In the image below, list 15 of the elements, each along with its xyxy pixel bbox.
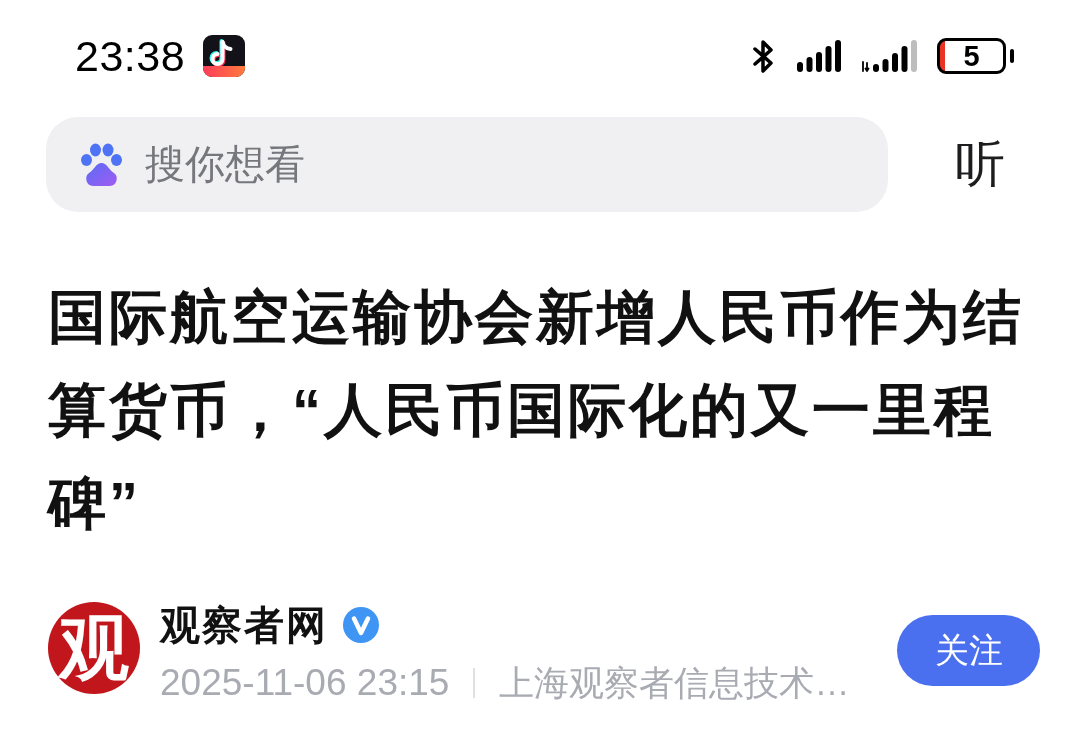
avatar-logo[interactable]: 观 [48,602,140,694]
status-time: 23:38 [75,31,186,81]
battery-indicator: 5 [937,38,1014,74]
publish-time: 2025-11-06 23:15 [160,662,450,704]
search-field[interactable]: 搜你想看 [46,117,888,212]
music-note-app-icon [203,35,246,77]
publisher-text: 上海观察者信息技术… [499,661,850,704]
signal-bars-icon [861,40,919,72]
author-name[interactable]: 观察者网 [160,597,328,653]
bluetooth-icon [752,38,776,74]
listen-button[interactable]: 听 [888,129,1072,200]
article-title: 国际航空运输协会新增人民币作为结算货币，“人民币国际化的又一里程碑” [45,283,1025,537]
follow-button[interactable]: 关注 [897,615,1040,686]
paw-logo-icon [80,143,123,187]
signal-bars-icon [797,40,842,72]
